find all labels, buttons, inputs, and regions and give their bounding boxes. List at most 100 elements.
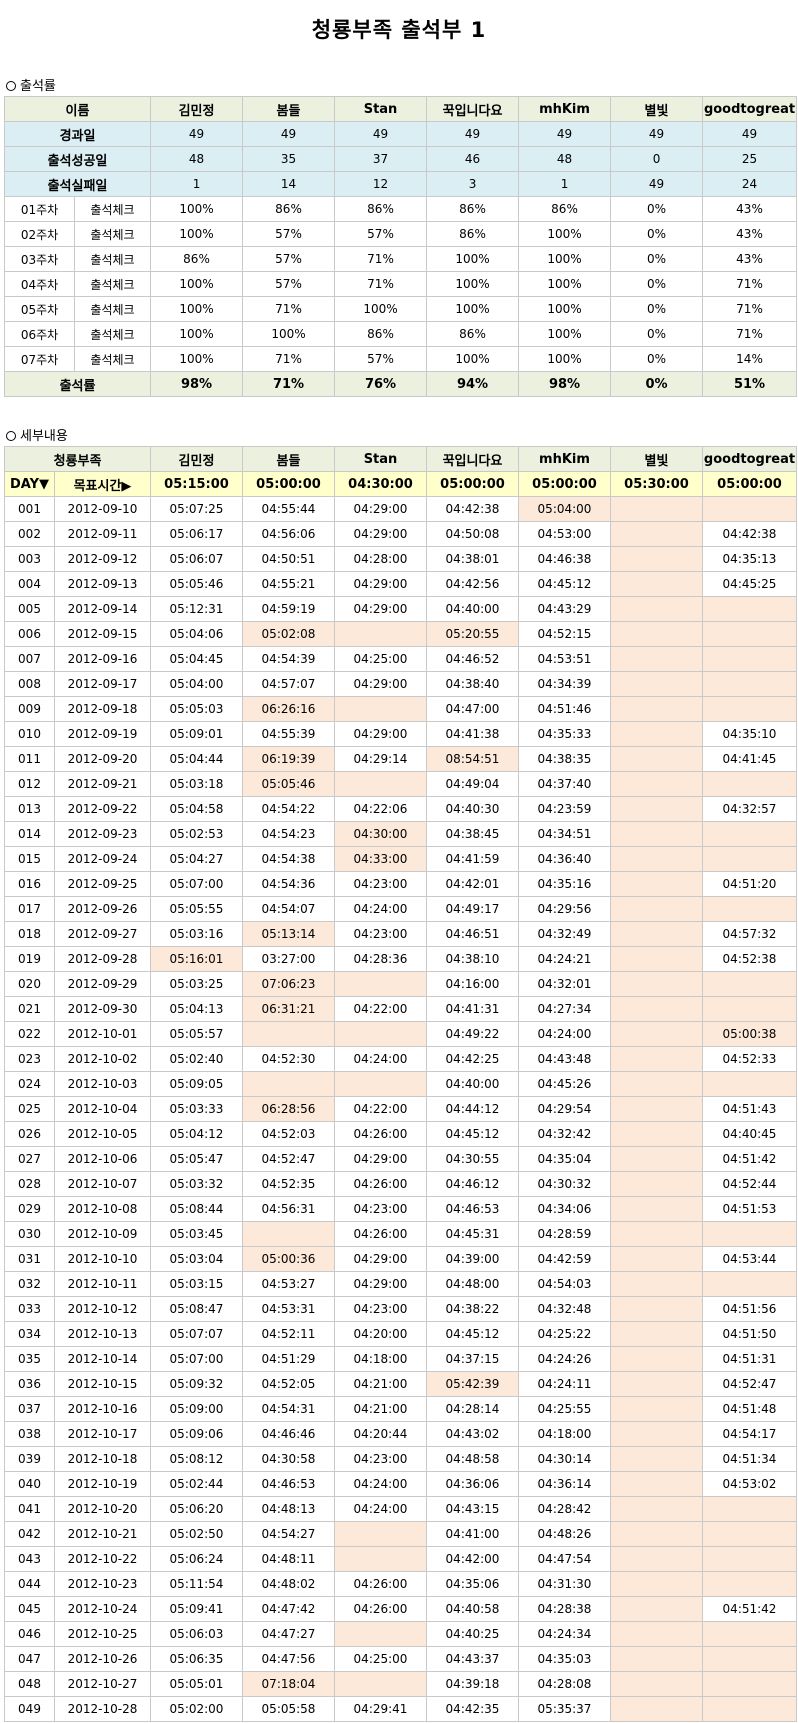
- date-cell: 2012-10-27: [54, 1671, 151, 1697]
- check-in-time: [610, 896, 703, 922]
- date-cell: 2012-09-28: [54, 946, 151, 972]
- week-rate: 100%: [426, 246, 520, 272]
- check-in-time: 05:09:00: [150, 1396, 243, 1422]
- check-in-time: [702, 671, 797, 697]
- table-row: 027 2012-10-06 05:05:47 04:52:47 04:29:00 04:…: [4, 1146, 797, 1172]
- date-cell: 2012-10-17: [54, 1421, 151, 1447]
- check-in-time: 04:28:36: [334, 946, 427, 972]
- check-in-time: [610, 1296, 703, 1322]
- check-in-time: 05:02:00: [150, 1696, 243, 1722]
- check-in-time: 04:32:49: [518, 921, 611, 947]
- check-in-time: [702, 1696, 797, 1722]
- check-in-time: 05:03:25: [150, 971, 243, 997]
- check-in-time: [610, 1521, 703, 1547]
- day-number: 037: [4, 1396, 55, 1422]
- check-in-time: 05:04:12: [150, 1121, 243, 1147]
- week-row: 07주차 출석체크 100% 71% 57% 100% 100% 0% 14%: [4, 346, 798, 372]
- check-in-time: 04:25:55: [518, 1396, 611, 1422]
- stat-value: 48: [150, 146, 244, 172]
- check-in-time: 04:49:22: [426, 1021, 519, 1047]
- check-in-time: 04:34:39: [518, 671, 611, 697]
- check-in-time: 05:35:37: [518, 1696, 611, 1722]
- total-rate-value: 0%: [610, 371, 704, 397]
- check-in-time: 04:28:59: [518, 1221, 611, 1247]
- check-in-time: 05:03:33: [150, 1096, 243, 1122]
- day-number: 011: [4, 746, 55, 772]
- check-in-time: 04:54:27: [242, 1521, 335, 1547]
- check-in-time: 04:51:29: [242, 1346, 335, 1372]
- check-in-time: 04:42:00: [426, 1546, 519, 1572]
- check-in-time: 05:08:44: [150, 1196, 243, 1222]
- check-in-time: 04:40:45: [702, 1121, 797, 1147]
- day-number: 036: [4, 1371, 55, 1397]
- date-cell: 2012-09-23: [54, 821, 151, 847]
- check-in-time: [610, 1071, 703, 1097]
- check-in-time: 04:24:34: [518, 1621, 611, 1647]
- check-in-time: 04:39:00: [426, 1246, 519, 1272]
- check-in-time: 04:24:00: [334, 896, 427, 922]
- table-row: 014 2012-09-23 05:02:53 04:54:23 04:30:00 04:…: [4, 821, 797, 847]
- check-in-time: 05:08:12: [150, 1446, 243, 1472]
- week-rate: 100%: [150, 321, 244, 347]
- check-in-time: [702, 496, 797, 522]
- summary-section-label: 출석률: [20, 79, 56, 94]
- check-in-time: 05:03:04: [150, 1246, 243, 1272]
- check-in-time: [610, 1671, 703, 1697]
- check-in-time: 04:55:39: [242, 721, 335, 747]
- date-cell: 2012-09-29: [54, 971, 151, 997]
- date-cell: 2012-09-27: [54, 921, 151, 947]
- stat-value: 49: [610, 121, 704, 147]
- check-in-time: 04:52:47: [702, 1371, 797, 1397]
- day-number: 038: [4, 1421, 55, 1447]
- check-in-time: [702, 646, 797, 672]
- check-in-time: 05:03:18: [150, 771, 243, 797]
- check-in-time: 04:56:06: [242, 521, 335, 547]
- check-in-time: 04:32:57: [702, 796, 797, 822]
- check-in-time: 04:42:59: [518, 1246, 611, 1272]
- check-in-time: 04:29:14: [334, 746, 427, 772]
- check-in-time: [242, 1221, 335, 1247]
- table-row: 044 2012-10-23 05:11:54 04:48:02 04:26:00 04:…: [4, 1571, 797, 1597]
- day-number: 033: [4, 1296, 55, 1322]
- check-in-time: 04:53:31: [242, 1296, 335, 1322]
- week-rate: 100%: [150, 346, 244, 372]
- check-in-time: [334, 696, 427, 722]
- check-in-time: 04:29:00: [334, 1146, 427, 1172]
- check-in-time: 04:48:11: [242, 1546, 335, 1572]
- date-cell: 2012-10-04: [54, 1096, 151, 1122]
- date-cell: 2012-09-10: [54, 496, 151, 522]
- check-in-time: 04:42:38: [702, 521, 797, 547]
- member-name-header: goodtogreat: [702, 96, 798, 122]
- week-row: 05주차 출석체크 100% 71% 100% 100% 100% 0% 71%: [4, 296, 798, 322]
- table-row: 008 2012-09-17 05:04:00 04:57:07 04:29:00 04:…: [4, 671, 797, 697]
- check-in-time: 05:05:46: [242, 771, 335, 797]
- table-row: 021 2012-09-30 05:04:13 06:31:21 04:22:00 04:…: [4, 996, 797, 1022]
- check-in-time: [702, 846, 797, 872]
- check-in-time: [334, 1021, 427, 1047]
- check-in-time: 04:28:42: [518, 1496, 611, 1522]
- table-row: 040 2012-10-19 05:02:44 04:46:53 04:24:00 04:…: [4, 1471, 797, 1497]
- check-in-time: [610, 1146, 703, 1172]
- check-in-time: 05:06:24: [150, 1546, 243, 1572]
- check-in-time: 04:29:56: [518, 896, 611, 922]
- check-in-time: 04:46:38: [518, 546, 611, 572]
- check-in-time: 04:43:02: [426, 1421, 519, 1447]
- check-in-time: 04:26:00: [334, 1571, 427, 1597]
- check-in-time: 04:52:05: [242, 1371, 335, 1397]
- check-in-time: 04:45:26: [518, 1071, 611, 1097]
- check-in-time: 05:04:13: [150, 996, 243, 1022]
- check-in-time: 04:29:00: [334, 496, 427, 522]
- stat-label: 출석실패일: [3, 171, 152, 197]
- check-in-time: 04:28:08: [518, 1671, 611, 1697]
- day-number: 005: [4, 596, 55, 622]
- check-in-time: 04:51:53: [702, 1196, 797, 1222]
- check-in-time: 04:29:00: [334, 721, 427, 747]
- week-rate: 100%: [426, 296, 520, 322]
- check-in-time: [334, 971, 427, 997]
- check-in-time: 04:30:14: [518, 1446, 611, 1472]
- check-in-time: 05:05:03: [150, 696, 243, 722]
- day-number: 020: [4, 971, 55, 997]
- week-rate: 43%: [702, 221, 798, 247]
- check-in-time: 05:02:44: [150, 1471, 243, 1497]
- table-row: 025 2012-10-04 05:03:33 06:28:56 04:22:00 04:…: [4, 1096, 797, 1122]
